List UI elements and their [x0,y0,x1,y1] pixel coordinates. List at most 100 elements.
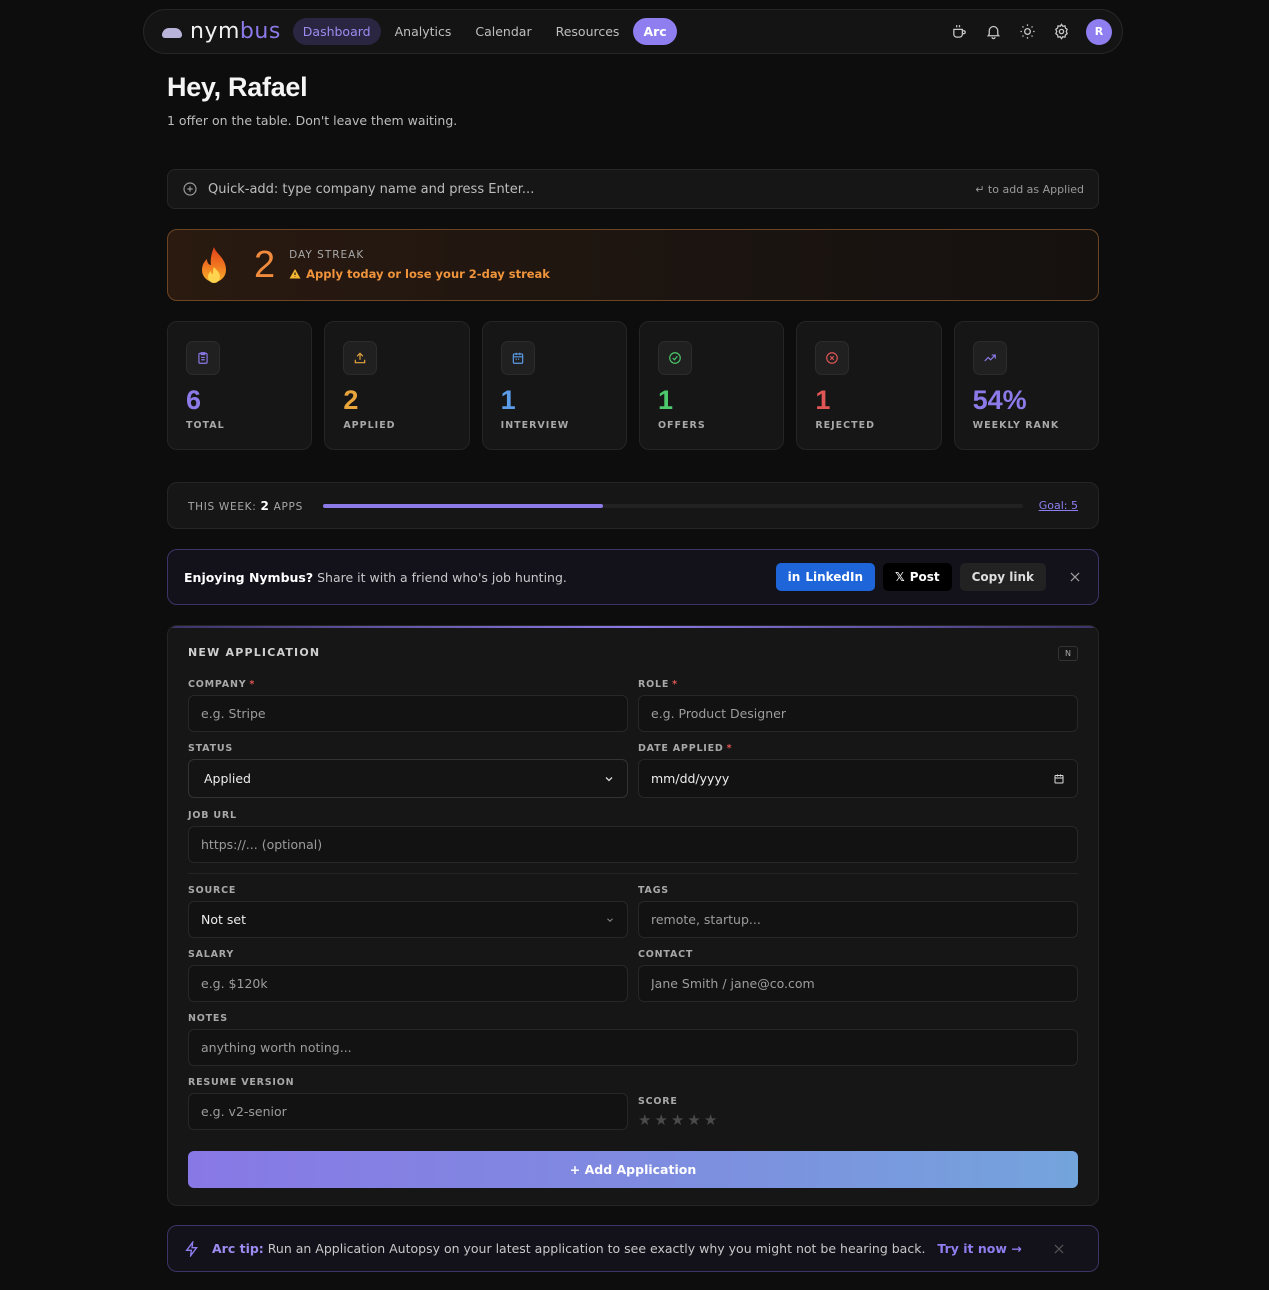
top-nav: nymbus Dashboard Analytics Calendar Reso… [143,9,1123,54]
job-url-field [188,826,1078,863]
salary-input[interactable] [201,976,615,991]
notes-field [188,1029,1078,1066]
upload-icon [343,341,378,375]
job-url-input[interactable] [201,837,1065,852]
quick-add-hint: ↵ to add as Applied [975,182,1084,196]
tags-field [638,901,1078,938]
streak-warning: Apply today or lose your 2-day streak [289,267,550,281]
nav-resources[interactable]: Resources [546,18,630,45]
stat-card-weekly-rank[interactable]: 54% WEEKLY RANK [953,321,1099,450]
check-circle-icon [657,341,692,375]
avatar[interactable]: R [1086,18,1112,45]
page-subtitle: 1 offer on the table. Don't leave them w… [167,113,458,128]
stat-value: 54% [972,385,1027,415]
x-circle-icon [815,341,850,375]
x-logo-icon: 𝕏 [895,570,905,584]
warning-icon [289,269,301,279]
job-url-label: JOB URL [188,810,237,821]
copy-link-button[interactable]: Copy link [959,563,1046,591]
stat-card-total[interactable]: 6 TOTAL [167,321,313,450]
role-label: ROLE * [638,679,678,690]
calendar-picker-icon[interactable] [1053,773,1065,785]
contact-field [638,965,1078,1002]
star-icon[interactable]: ★ [687,1111,700,1129]
arc-tip-text: Arc tip: Run an Application Autopsy on y… [212,1241,926,1256]
share-x-button[interactable]: 𝕏 Post [883,563,952,591]
quick-add-bar: ↵ to add as Applied [167,169,1099,209]
stat-card-rejected[interactable]: 1 REJECTED [796,321,942,450]
close-icon[interactable] [1068,570,1082,584]
calendar-icon [500,341,535,375]
trending-up-icon [972,341,1007,375]
logo[interactable]: nymbus [162,19,281,44]
flame-icon [202,247,226,283]
nav-arc[interactable]: Arc [633,18,677,45]
stat-label: REJECTED [815,420,875,431]
stat-label: TOTAL [186,420,225,431]
try-it-now-link[interactable]: Try it now → [937,1241,1021,1256]
source-label: SOURCE [188,885,237,896]
gear-icon[interactable] [1052,23,1070,41]
streak-count: 2 [254,243,276,286]
progress-fill [322,503,603,508]
stat-card-offers[interactable]: 1 OFFERS [638,321,785,450]
quick-add-input[interactable] [208,181,976,197]
progress-track [322,503,1023,508]
status-label: STATUS [188,743,234,754]
contact-label: CONTACT [638,949,694,960]
stat-value: 1 [657,385,674,415]
notes-label: NOTES [188,1013,228,1024]
share-text: Enjoying Nymbus? Share it with a friend … [184,569,567,585]
resume-version-input[interactable] [201,1104,615,1119]
stat-label: WEEKLY RANK [972,420,1060,431]
tags-label: TAGS [638,885,669,896]
streak-banner: 2 DAY STREAK Apply today or lose your 2-… [167,229,1099,301]
tags-input[interactable] [651,912,1065,927]
company-input[interactable] [201,706,615,721]
coffee-icon[interactable] [950,23,968,41]
star-icon[interactable]: ★ [671,1111,684,1129]
company-label: COMPANY * [188,679,256,690]
weekly-progress-label: THIS WEEK: 2 APPS [188,498,303,513]
form-title: NEW APPLICATION [188,646,321,659]
stat-card-interview[interactable]: 1 INTERVIEW [481,321,627,450]
star-icon[interactable]: ★ [654,1111,667,1129]
salary-field [188,965,628,1002]
add-application-button[interactable]: + Add Application [188,1151,1078,1188]
stat-card-applied[interactable]: 2 APPLIED [324,321,470,450]
source-select[interactable]: Not set [188,901,628,938]
keyboard-shortcut-badge: N [1058,646,1078,661]
company-field [188,695,628,732]
clipboard-icon [186,341,220,375]
cloud-logo-icon [162,27,182,38]
close-icon[interactable] [1052,1242,1066,1256]
salary-label: SALARY [188,949,235,960]
share-linkedin-button[interactable]: in LinkedIn [775,563,876,591]
status-select[interactable]: Applied [188,759,628,798]
bell-icon[interactable] [984,23,1002,41]
nav-analytics[interactable]: Analytics [385,18,462,45]
nav-dashboard[interactable]: Dashboard [292,18,381,45]
page-title: Hey, Rafael [167,72,308,102]
score-label: SCORE [638,1096,678,1107]
star-icon[interactable]: ★ [704,1111,717,1129]
score-rating: ★ ★ ★ ★ ★ [638,1111,717,1129]
chevron-down-icon [607,917,613,922]
chevron-down-icon [605,776,613,781]
notes-input[interactable] [201,1040,1065,1055]
stat-label: APPLIED [343,420,396,431]
sun-icon[interactable] [1018,23,1036,41]
date-applied-input[interactable]: mm/dd/yyyy [638,759,1078,798]
nav-calendar[interactable]: Calendar [465,18,541,45]
form-accent-line [168,626,1098,628]
star-icon[interactable]: ★ [638,1111,651,1129]
role-field [638,695,1078,732]
stats-row: 6 TOTAL 2 APPLIED 1 INTERVIEW 1 OFFERS 1… [167,321,1099,450]
arc-tip-banner: Arc tip: Run an Application Autopsy on y… [167,1225,1099,1272]
contact-input[interactable] [651,976,1065,991]
goal-link[interactable]: Goal: 5 [1039,499,1078,512]
new-application-form: NEW APPLICATION N COMPANY* ROLE* STATUS … [167,625,1099,1206]
lightning-icon [185,1240,198,1257]
weekly-progress: THIS WEEK: 2 APPS Goal: 5 [167,482,1099,529]
role-input[interactable] [651,706,1065,721]
